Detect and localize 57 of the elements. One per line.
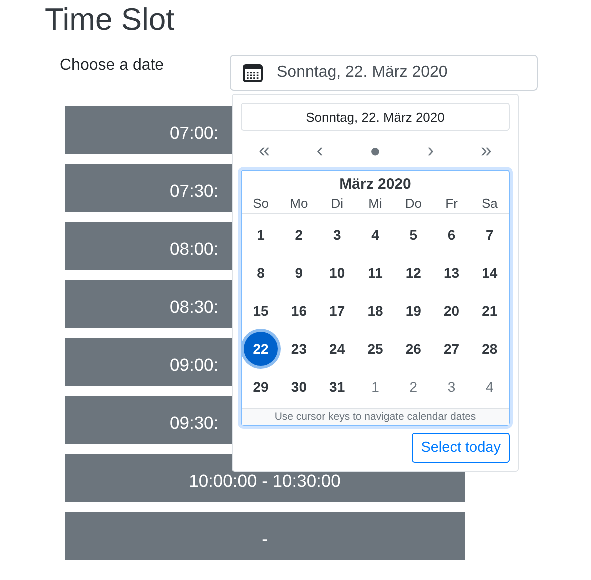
- calendar-day[interactable]: 14: [472, 256, 507, 290]
- selected-date-display: Sonntag, 22. März 2020: [241, 103, 510, 132]
- calendar-day[interactable]: 26: [396, 332, 431, 366]
- calendar-day[interactable]: 13: [434, 256, 469, 290]
- calendar-day[interactable]: 24: [320, 332, 354, 366]
- calendar-day[interactable]: 29: [244, 370, 278, 404]
- calendar-day[interactable]: 3: [320, 218, 354, 252]
- month-title: März 2020: [338, 175, 412, 195]
- calendar-day[interactable]: 5: [396, 218, 431, 252]
- date-value: Sonntag, 22. März 2020: [277, 64, 448, 82]
- prev-year-button[interactable]: «: [253, 140, 276, 164]
- calendar-day[interactable]: 12: [396, 256, 431, 290]
- calendar-day[interactable]: 4: [358, 218, 392, 252]
- calendar-day[interactable]: 8: [244, 256, 278, 290]
- calendar-day[interactable]: 2: [282, 218, 316, 252]
- weekday-label: Do: [404, 196, 423, 211]
- calendar-day[interactable]: 15: [244, 294, 278, 328]
- calendar-day[interactable]: 11: [358, 256, 392, 290]
- next-month-button[interactable]: ›: [422, 140, 440, 164]
- next-year-button[interactable]: »: [474, 140, 498, 164]
- calendar-day[interactable]: 16: [282, 294, 316, 328]
- weekday-label: Fr: [444, 196, 459, 211]
- prev-month-button[interactable]: ‹: [310, 140, 330, 164]
- calendar-day[interactable]: 30: [282, 370, 316, 404]
- calendar-day[interactable]: 1: [358, 370, 392, 404]
- time-slot-button[interactable]: -: [65, 512, 465, 560]
- calendar-day[interactable]: 2: [396, 370, 431, 404]
- current-month-button[interactable]: ●: [364, 141, 387, 162]
- calendar-day[interactable]: 4: [472, 370, 507, 404]
- calendar-day[interactable]: 20: [434, 294, 469, 328]
- field-label: Choose a date: [60, 57, 164, 75]
- calendar-icon: [243, 64, 263, 82]
- weekday-label: Di: [330, 196, 344, 211]
- calendar-day[interactable]: 10: [320, 256, 354, 290]
- calendar-day[interactable]: 9: [282, 256, 316, 290]
- calendar-day[interactable]: 25: [358, 332, 392, 366]
- calendar-day[interactable]: 3: [434, 370, 469, 404]
- weekday-label: Mo: [289, 196, 310, 211]
- calendar-day[interactable]: 1: [244, 218, 278, 252]
- calendar-day[interactable]: 19: [396, 294, 431, 328]
- calendar-day[interactable]: 22: [244, 332, 278, 366]
- calendar-day[interactable]: 31: [320, 370, 354, 404]
- calendar-day[interactable]: 17: [320, 294, 354, 328]
- weekday-label: Sa: [480, 196, 499, 211]
- calendar-day[interactable]: 23: [282, 332, 316, 366]
- select-today-button[interactable]: Select today: [412, 433, 510, 463]
- calendar-day[interactable]: 18: [358, 294, 392, 328]
- keyboard-hint: Use cursor keys to navigate calendar dates: [242, 408, 509, 425]
- date-field[interactable]: Sonntag, 22. März 2020: [230, 55, 538, 91]
- weekday-label: Mi: [368, 196, 384, 211]
- weekday-label: So: [252, 196, 270, 211]
- calendar-day[interactable]: 27: [434, 332, 469, 366]
- calendar-day[interactable]: 28: [472, 332, 507, 366]
- page-title: Time Slot: [45, 2, 175, 38]
- calendar-day[interactable]: 7: [472, 218, 507, 252]
- calendar-day[interactable]: 21: [472, 294, 507, 328]
- calendar-day[interactable]: 6: [434, 218, 469, 252]
